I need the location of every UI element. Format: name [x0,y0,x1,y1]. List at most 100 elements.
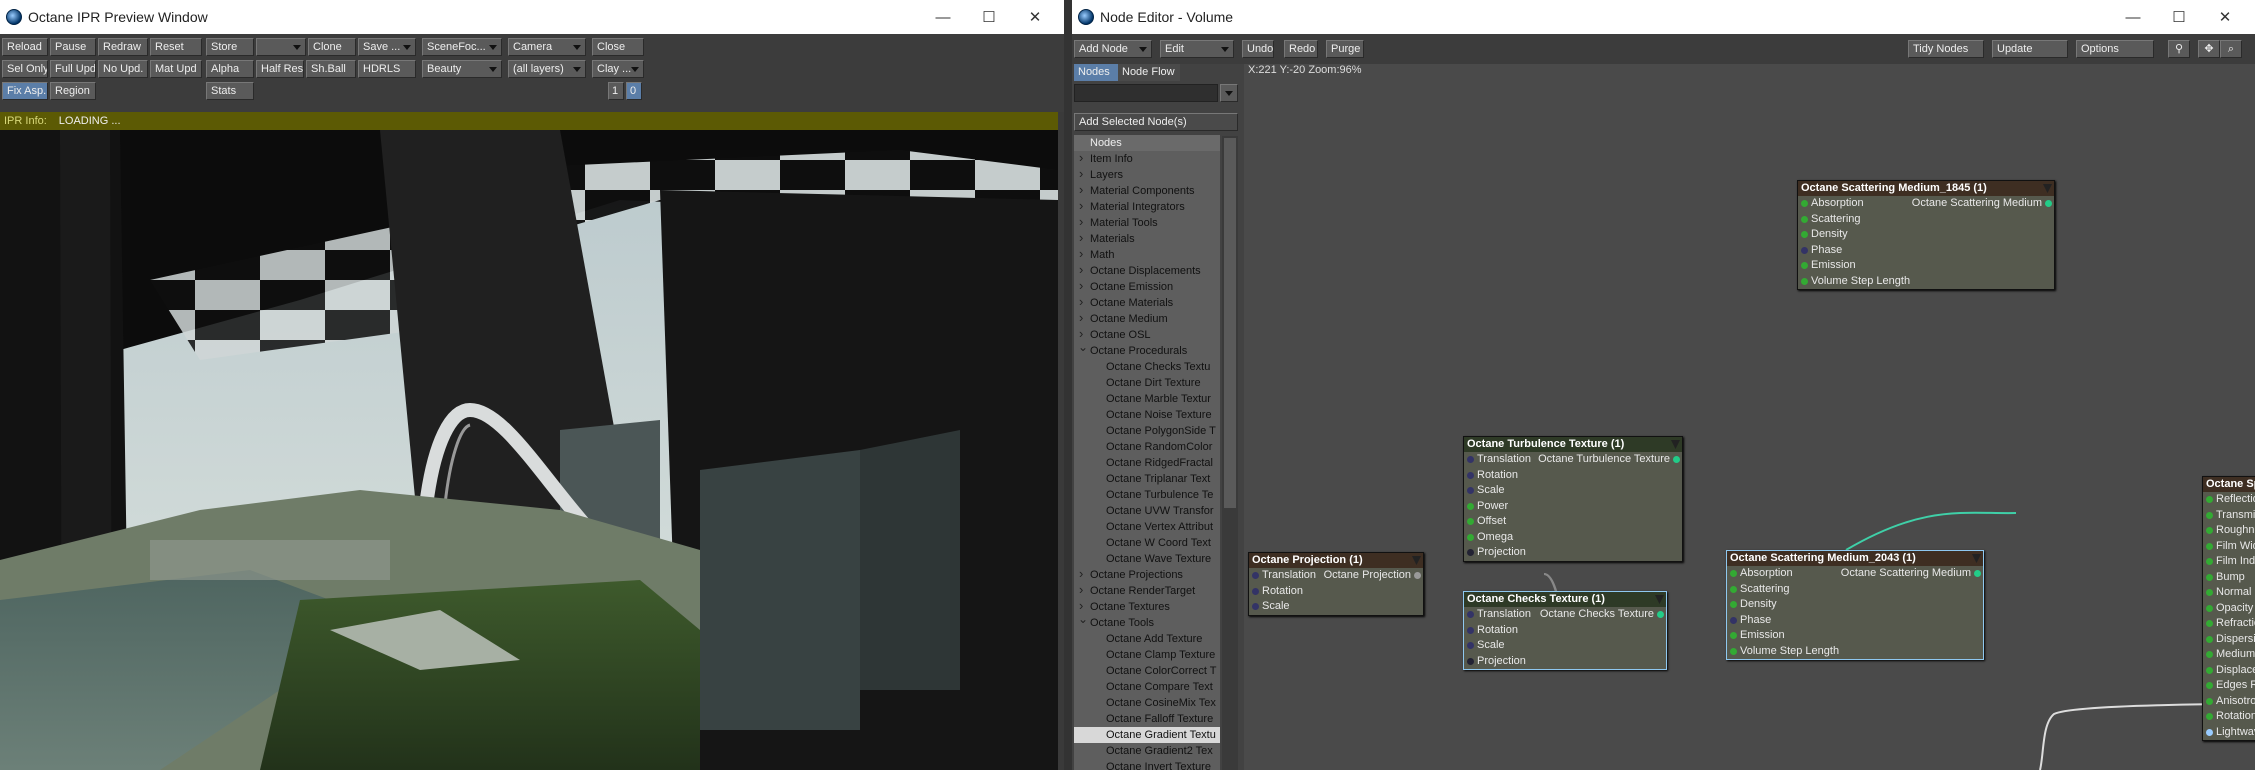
tree-item[interactable]: Octane Procedurals [1074,343,1220,359]
no-update-button[interactable]: No Upd. [98,60,148,78]
input-socket[interactable] [2206,604,2213,612]
output-socket[interactable] [1974,570,1981,577]
input-rotation[interactable]: Rotation [1477,624,1518,636]
tree-item[interactable]: Octane Dirt Texture [1074,375,1220,391]
input-socket[interactable] [2206,542,2213,550]
update-button[interactable]: Update [1992,40,2068,58]
clone-button[interactable]: Clone [308,38,356,56]
store-slot-dropdown[interactable] [256,38,306,56]
reset-button[interactable]: Reset [150,38,202,56]
input-socket[interactable] [2206,713,2213,720]
input-volume-step-length[interactable]: Volume Step Length [1811,275,1910,287]
tree-item[interactable]: Octane Checks Textu [1074,359,1220,375]
tree-item[interactable]: Octane Marble Textur [1074,391,1220,407]
input-label[interactable]: Rotation [2216,710,2255,722]
tree-item[interactable]: Octane Compare Text [1074,679,1220,695]
node-canvas[interactable]: X:221 Y:-20 Zoom:96% Octane Scattering M… [1244,64,2255,770]
camera-dropdown[interactable]: Camera [508,38,586,56]
add-node-dropdown[interactable]: Add Node [1074,40,1152,58]
scrollbar-thumb[interactable] [1224,138,1236,508]
redo-button[interactable]: Redo [1284,40,1318,58]
tree-item[interactable]: Layers [1074,167,1220,183]
input-socket[interactable] [2206,666,2213,674]
input-label[interactable]: Dispersion [2216,633,2255,645]
input-rotation[interactable]: Rotation [1262,585,1303,597]
minimize-icon[interactable]: — [920,0,966,34]
input-volume-step-length[interactable]: Volume Step Length [1740,645,1839,657]
collapse-icon[interactable] [2043,184,2052,193]
collapse-icon[interactable] [1412,556,1421,565]
tree-item[interactable]: Octane Noise Texture [1074,407,1220,423]
tree-item[interactable]: Octane Tools [1074,615,1220,631]
input-socket[interactable] [2206,635,2213,643]
input-socket[interactable] [2206,728,2213,736]
tree-item[interactable]: Octane Textures [1074,599,1220,615]
tree-item[interactable]: Octane W Coord Text [1074,535,1220,551]
tree-item[interactable]: Octane OSL [1074,327,1220,343]
close-icon[interactable]: ✕ [1012,0,1058,34]
input-rotation[interactable]: Rotation [1477,469,1518,481]
node-list-scrollbar[interactable] [1222,136,1238,770]
collapse-icon[interactable] [1671,440,1680,449]
node-scattering-medium-1845[interactable]: Octane Scattering Medium_1845 (1) Absorp… [1797,180,2055,290]
node-search-input[interactable] [1074,84,1218,102]
reload-button[interactable]: Reload [2,38,48,56]
tree-item[interactable]: Octane Turbulence Te [1074,487,1220,503]
output-socket[interactable] [1673,456,1680,463]
add-selected-nodes-button[interactable]: Add Selected Node(s) [1074,113,1238,131]
render-preview-viewport[interactable] [0,130,1058,770]
tree-item[interactable]: Octane Gradient Textu [1074,727,1220,743]
input-translation[interactable]: Translation [1262,569,1316,581]
input-power[interactable]: Power [1477,500,1508,512]
input-density[interactable]: Density [1740,598,1777,610]
input-translation[interactable]: Translation [1477,608,1531,620]
undo-button[interactable]: Undo [1242,40,1274,58]
maximize-icon[interactable]: ☐ [966,0,1012,34]
tree-item[interactable]: Item Info [1074,151,1220,167]
options-button[interactable]: Options [2076,40,2154,58]
full-update-button[interactable]: Full Upd. [50,60,96,78]
tree-item[interactable]: Octane Triplanar Text [1074,471,1220,487]
tree-item[interactable]: Octane Projections [1074,567,1220,583]
input-density[interactable]: Density [1811,228,1848,240]
tree-item[interactable]: Octane Gradient2 Tex [1074,743,1220,759]
input-label[interactable]: Film Index [2216,555,2255,567]
tree-item[interactable]: Octane Materials [1074,295,1220,311]
store-button[interactable]: Store [206,38,254,56]
tree-item[interactable]: Octane Medium [1074,311,1220,327]
node-projection[interactable]: Octane Projection (1) Translation Octane … [1248,552,1424,616]
scene-focus-dropdown[interactable]: SceneFoc... [422,38,502,56]
input-socket[interactable] [2206,573,2213,581]
minimize-icon[interactable]: — [2110,0,2156,34]
region-button[interactable]: Region [50,82,96,100]
maximize-icon[interactable]: ☐ [2156,0,2202,34]
input-emission[interactable]: Emission [1811,259,1856,271]
pin-icon[interactable]: ⚲ [2168,40,2190,58]
input-scale[interactable]: Scale [1477,639,1505,651]
tree-item[interactable]: Octane RidgedFractal [1074,455,1220,471]
input-socket[interactable] [2206,697,2213,705]
input-absorption[interactable]: Absorption [1811,197,1864,209]
stats-button[interactable]: Stats [206,82,254,100]
input-label[interactable]: Medium [2216,648,2255,660]
mat-update-button[interactable]: Mat Upd [150,60,202,78]
input-label[interactable]: Transmission [2216,509,2255,521]
output-socket[interactable] [1414,572,1421,579]
tree-item[interactable]: Octane Wave Texture [1074,551,1220,567]
tree-item[interactable]: Octane Vertex Attribut [1074,519,1220,535]
pan-icon[interactable]: ✥ [2198,40,2220,58]
input-label[interactable]: Lightwave Material [2216,726,2255,738]
input-label[interactable]: Refraction Index [2216,617,2255,629]
input-label[interactable]: Displacement [2216,664,2255,676]
redraw-button[interactable]: Redraw [98,38,148,56]
page-1-button[interactable]: 1 [608,82,624,100]
node-checks-texture[interactable]: Octane Checks Texture (1) Translation Oct… [1463,591,1667,670]
tidy-nodes-button[interactable]: Tidy Nodes [1908,40,1984,58]
close-icon[interactable]: ✕ [2202,0,2248,34]
tree-item[interactable]: Octane ColorCorrect T [1074,663,1220,679]
input-omega[interactable]: Omega [1477,531,1513,543]
tab-node-flow[interactable]: Node Flow [1118,64,1180,81]
collapse-icon[interactable] [1655,595,1664,604]
tree-item[interactable]: Octane Falloff Texture [1074,711,1220,727]
collapse-icon[interactable] [1972,554,1981,563]
